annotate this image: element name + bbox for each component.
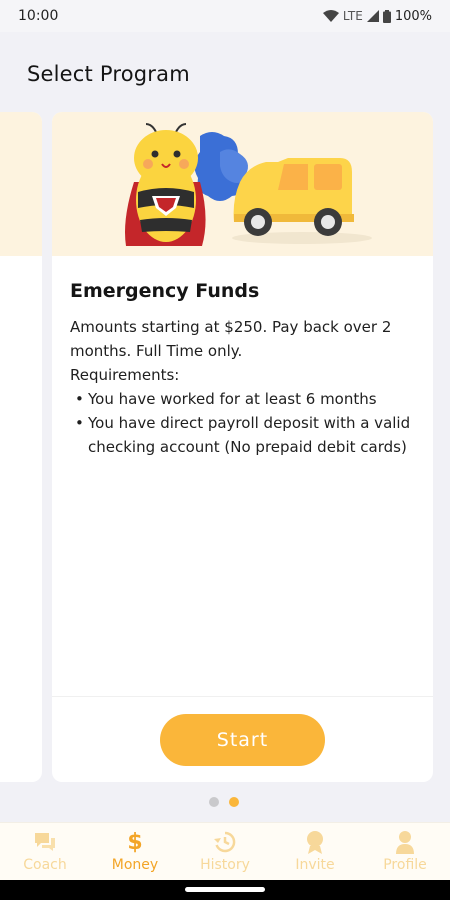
- status-time: 10:00: [18, 8, 59, 24]
- bee-superhero-car-illustration: [125, 123, 372, 246]
- page-title: Select Program: [27, 62, 190, 86]
- nav-item-invite[interactable]: Invite: [270, 823, 360, 880]
- requirement-item: You have worked for at least 6 months: [70, 387, 415, 411]
- history-icon: [213, 830, 237, 854]
- bottom-navigation: Coach $ Money History Invite Profile: [0, 822, 450, 880]
- previous-card-text-fragment: a: [0, 526, 2, 538]
- requirements-label: Requirements:: [70, 366, 180, 384]
- nav-label: Invite: [295, 857, 335, 873]
- pager-dot[interactable]: [209, 797, 219, 807]
- home-gesture-handle[interactable]: [185, 887, 265, 892]
- pager-dot-active[interactable]: [229, 797, 239, 807]
- card-divider: [52, 696, 433, 697]
- profile-icon: [395, 830, 415, 854]
- signal-icon: [366, 10, 379, 22]
- start-button[interactable]: Start: [160, 714, 325, 766]
- card-description: Amounts starting at $250. Pay back over …: [70, 315, 415, 459]
- wifi-icon: [322, 9, 339, 23]
- program-card-emergency-funds[interactable]: Emergency Funds Amounts starting at $250…: [52, 112, 433, 782]
- requirement-item: You have direct payroll deposit with a v…: [70, 411, 415, 459]
- dollar-icon: $: [127, 829, 143, 855]
- battery-percent: 100%: [394, 8, 432, 24]
- card-title: Emergency Funds: [70, 280, 260, 302]
- network-label: LTE: [342, 9, 363, 23]
- previous-card-hero: [0, 112, 42, 256]
- nav-item-money[interactable]: $ Money: [90, 823, 180, 880]
- nav-item-history[interactable]: History: [180, 823, 270, 880]
- battery-icon: [382, 9, 391, 23]
- nav-label: Profile: [383, 857, 427, 873]
- nav-item-profile[interactable]: Profile: [360, 823, 450, 880]
- carousel-pager: [209, 797, 239, 807]
- status-icons: LTE 100%: [322, 8, 432, 24]
- program-description: Amounts starting at $250. Pay back over …: [70, 318, 392, 360]
- previous-program-card[interactable]: a it: [0, 112, 42, 782]
- chat-icon: [33, 830, 57, 854]
- card-hero-illustration: [52, 112, 433, 256]
- invite-icon: [304, 830, 326, 854]
- requirements-list: You have worked for at least 6 months Yo…: [70, 387, 415, 459]
- nav-label: Money: [111, 857, 159, 873]
- status-bar: 10:00 LTE 100%: [0, 0, 450, 32]
- nav-label: History: [200, 857, 250, 873]
- nav-item-coach[interactable]: Coach: [0, 823, 90, 880]
- nav-label: Coach: [23, 857, 67, 873]
